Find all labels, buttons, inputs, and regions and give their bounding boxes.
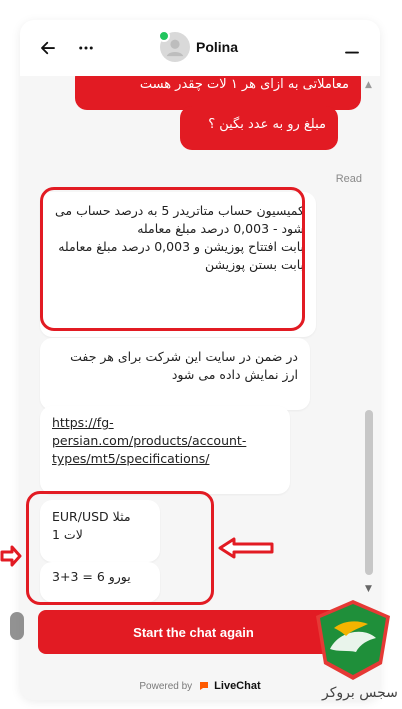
outgoing-message: معاملاتی به ازای هر ۱ لات چقدر هست [75,76,361,110]
incoming-link-message: https://fg-persian.com/products/account-… [40,406,290,494]
minimize-icon[interactable] [340,36,364,60]
message-line: لات 1 [52,527,83,543]
incoming-message: EUR/USD مثلا لات 1 [40,500,160,562]
arrow-annotation-icon [0,545,22,567]
agent-name: Polina [196,39,239,55]
more-dots-icon [79,46,93,50]
message-link[interactable]: https://fg-persian.com/products/account-… [52,415,246,466]
livechat-brand: LiveChat [214,680,261,692]
read-status: Read [335,173,362,185]
incoming-message: در ضمن در سایت این شرکت برای هر جفت ارز … [40,338,310,410]
incoming-message: یورو 6 = 3+3 [40,562,160,602]
message-line: EUR/USD مثلا [52,509,131,524]
brand-watermark-text: سجس بروکر [322,685,398,701]
scroll-up-icon[interactable]: ▲ [365,80,372,90]
livechat-logo-icon [200,682,209,690]
powered-by-label: Powered by [139,680,193,692]
chat-header: Polina [20,20,380,77]
back-icon[interactable] [36,36,60,60]
chat-body[interactable]: معاملاتی به ازای هر ۱ لات چقدر هست مبلغ … [20,76,380,611]
agent-avatar [158,30,190,62]
brand-shield-icon [316,600,390,680]
start-chat-again-button[interactable]: Start the chat again [38,610,349,654]
online-status-dot [158,30,170,42]
more-options-icon[interactable] [74,36,98,60]
outgoing-message: مبلغ رو به عدد بگین ؟ [180,106,338,150]
incoming-message: کمیسیون حساب متاتریدر 5 به درصد حساب می … [40,192,316,337]
scroll-thumb[interactable] [365,410,373,575]
scroll-down-icon[interactable]: ▼ [365,584,372,594]
side-launcher-icon[interactable] [10,612,24,640]
livechat-logo: LiveChat [198,680,261,692]
chat-scrollbar[interactable]: ▲ ▼ [364,80,374,600]
arrow-left-icon [41,41,55,55]
